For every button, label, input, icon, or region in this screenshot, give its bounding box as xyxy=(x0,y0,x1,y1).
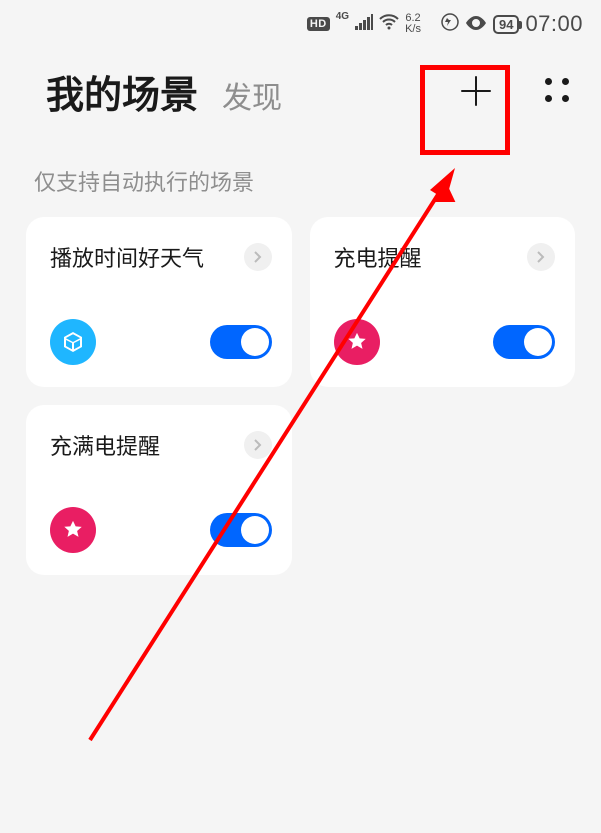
chevron-right-icon[interactable] xyxy=(244,243,272,271)
statusbar-right: 94 07:00 xyxy=(441,11,583,37)
net-speed: 6.2 K/s xyxy=(405,13,421,35)
eye-icon xyxy=(465,14,487,35)
chevron-right-icon[interactable] xyxy=(527,243,555,271)
star-icon xyxy=(50,507,96,553)
signal-bars-icon xyxy=(355,14,373,35)
scene-title: 播放时间好天气 xyxy=(50,241,204,273)
section-note: 仅支持自动执行的场景 xyxy=(0,137,601,217)
cube-icon xyxy=(50,319,96,365)
statusbar: HD 4G 6.2 K/s 94 07:00 xyxy=(0,0,601,42)
star-icon xyxy=(334,319,380,365)
scene-title: 充电提醒 xyxy=(334,241,422,273)
scene-card[interactable]: 播放时间好天气 xyxy=(26,217,292,387)
scene-card[interactable]: 充电提醒 xyxy=(310,217,576,387)
sync-icon xyxy=(441,13,459,36)
chevron-right-icon[interactable] xyxy=(244,431,272,459)
clock: 07:00 xyxy=(525,11,583,37)
scene-grid: 播放时间好天气 充电提醒 充满电提醒 xyxy=(0,217,601,575)
tab-discover[interactable]: 发现 xyxy=(222,73,282,117)
dot-icon xyxy=(545,78,552,85)
scene-toggle[interactable] xyxy=(210,513,272,547)
dot-icon xyxy=(545,95,552,102)
net-speed-unit: K/s xyxy=(405,24,421,35)
header-actions xyxy=(441,56,571,126)
tab-my-scenes[interactable]: 我的场景 xyxy=(46,64,198,119)
wifi-icon xyxy=(379,14,399,35)
header: 我的场景 发现 xyxy=(0,42,601,137)
plus-icon xyxy=(456,71,496,111)
statusbar-left: HD 4G 6.2 K/s xyxy=(307,13,421,35)
dot-icon xyxy=(562,78,569,85)
network-gen: 4G xyxy=(336,11,349,22)
hd-badge: HD xyxy=(307,17,330,31)
battery-indicator: 94 xyxy=(493,15,519,34)
scene-toggle[interactable] xyxy=(210,325,272,359)
scene-toggle[interactable] xyxy=(493,325,555,359)
dot-icon xyxy=(562,95,569,102)
add-button[interactable] xyxy=(441,56,511,126)
scene-title: 充满电提醒 xyxy=(50,429,160,461)
scene-card[interactable]: 充满电提醒 xyxy=(26,405,292,575)
more-button[interactable] xyxy=(545,78,571,104)
